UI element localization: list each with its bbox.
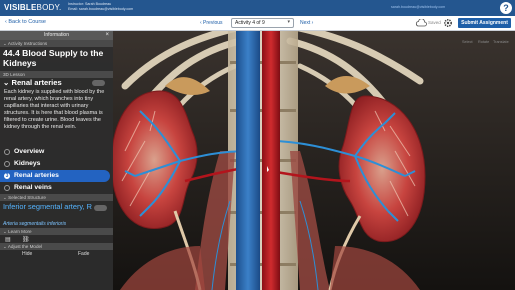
lesson-steps: Overview Kidneys 3 Renal arteries Renal … [0, 144, 113, 194]
link-icon[interactable]: ⛓ [22, 236, 30, 243]
audio-toggle-icon[interactable] [94, 205, 107, 211]
tool-select[interactable]: Select [462, 40, 473, 44]
hide-button[interactable]: Hide [22, 250, 32, 259]
step-overview[interactable]: Overview [0, 146, 113, 158]
information-panel: Information × ⌄ Activity Instructions 44… [0, 31, 113, 290]
step-label: Kidneys [14, 160, 41, 167]
step-renal-arteries[interactable]: 3 Renal arteries [0, 170, 110, 182]
activity-instructions-toggle[interactable]: ⌄ Activity Instructions [0, 40, 113, 47]
step-check-icon [4, 185, 10, 191]
user-email-link[interactable]: sarah.boudreau@visiblebody.com [391, 5, 445, 9]
learn-more-toggle[interactable]: ⌄ Learn More [0, 228, 113, 235]
submit-assignment-button[interactable]: Submit Assignment [458, 18, 511, 28]
section-heading[interactable]: ⌄ Renal arteries [0, 78, 113, 88]
fade-button[interactable]: Fade [78, 250, 89, 259]
next-button[interactable]: Next › [300, 20, 313, 26]
chevron-down-icon: ▾ [287, 19, 290, 25]
section-heading-text: ⌄ Renal arteries [3, 78, 62, 87]
saved-status: Saved [428, 20, 441, 25]
panel-header: Information × [0, 31, 113, 40]
close-panel-icon[interactable]: × [105, 31, 109, 40]
lesson-title: 44.4 Blood Supply to the Kidneys [3, 48, 104, 68]
navigation-bar: ‹ Back to Course ‹ Previous Activity 4 o… [0, 16, 515, 31]
inferior-vena-cava [236, 31, 260, 290]
tool-rotate[interactable]: Rotate [478, 40, 489, 44]
lesson-type-label: 3D Lesson [0, 71, 113, 78]
step-label: Overview [14, 148, 45, 155]
gear-icon[interactable] [443, 18, 453, 28]
section-description: Each kidney is supplied with blood by th… [4, 89, 105, 130]
email-line: Email: sarah.boudreau@visiblebody.com [68, 7, 134, 11]
step-number-icon: 3 [4, 173, 10, 179]
book-icon[interactable]: ▤ [5, 236, 11, 243]
step-check-icon [4, 161, 10, 167]
activity-select[interactable]: Activity 4 of 9 ▾ [231, 18, 294, 28]
step-label: Renal veins [14, 184, 52, 191]
help-button[interactable]: ? [500, 2, 512, 14]
selected-structure-toggle[interactable]: ⌄ Selected Structure [0, 194, 113, 201]
audio-toggle-icon[interactable] [92, 80, 105, 86]
step-kidneys[interactable]: Kidneys [0, 158, 113, 170]
adjust-model-toggle[interactable]: ⌄ Adjust the Model [0, 243, 113, 250]
step-label: Renal arteries [14, 172, 59, 179]
selected-structure-latin: Arteria segmentalis inferioris [3, 221, 67, 227]
app-window: Select Rotate Translate VISIBLEBODY. Ins… [0, 0, 515, 290]
cloud-save-icon [415, 19, 427, 27]
previous-button[interactable]: ‹ Previous [200, 20, 223, 26]
activity-select-value: Activity 4 of 9 [235, 20, 265, 26]
selected-structure-name: Inferior segmental artery, R [0, 201, 113, 220]
brand-logo: VISIBLEBODY. [4, 3, 62, 12]
step-check-icon [4, 149, 10, 155]
abdominal-aorta [262, 31, 280, 290]
step-renal-veins[interactable]: Renal veins [0, 182, 113, 194]
model-adjust-controls: Hide Fade [0, 250, 113, 259]
user-info: Instructor: Sarah Boudreau Email: sarah.… [68, 2, 133, 12]
top-bar: VISIBLEBODY. Instructor: Sarah Boudreau … [0, 0, 515, 16]
tool-translate[interactable]: Translate [493, 40, 509, 44]
panel-header-title: Information [43, 32, 69, 38]
back-to-course-link[interactable]: ‹ Back to Course [5, 19, 46, 25]
structure-name-text: Inferior segmental artery, R [3, 202, 92, 211]
learn-more-icons: ▤ ⛓ [0, 235, 113, 243]
